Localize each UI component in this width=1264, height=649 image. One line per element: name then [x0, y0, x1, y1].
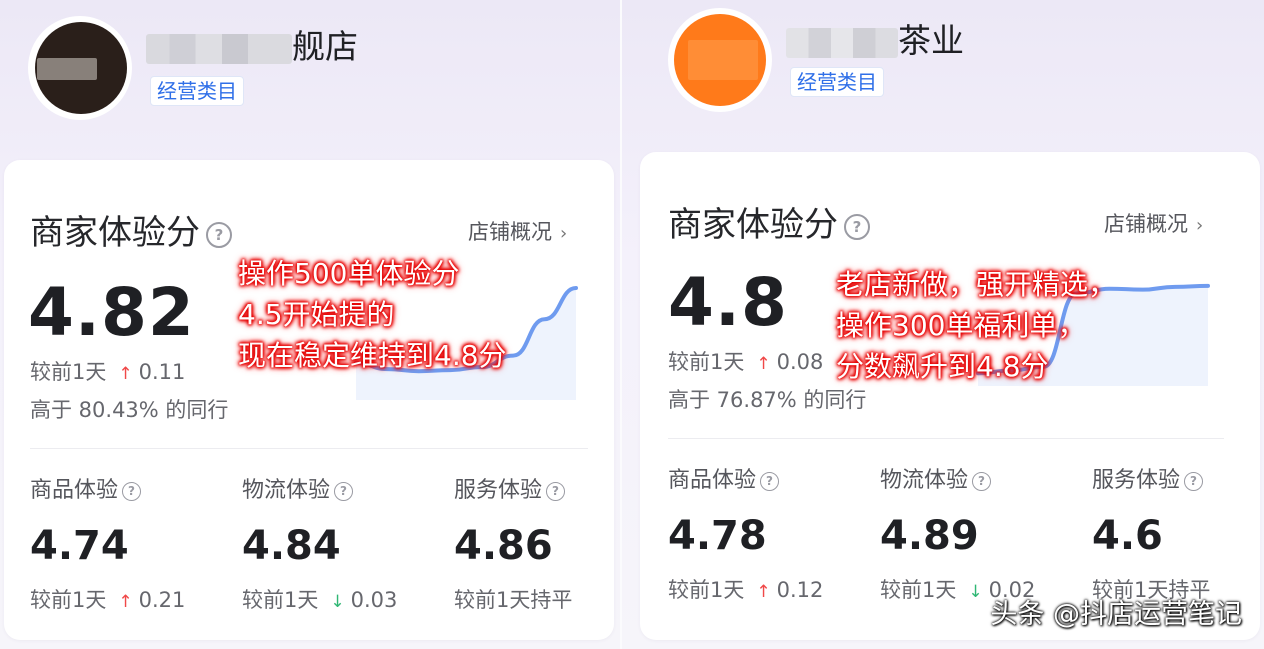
score-title: 商家体验分?	[30, 216, 232, 250]
score-title-text: 商家体验分	[30, 213, 200, 253]
shop-name: 茶业	[786, 24, 964, 58]
sub-score-label-text: 商品体验	[30, 478, 119, 503]
shop-overview-label: 店铺概况	[1104, 212, 1188, 236]
help-icon[interactable]: ?	[972, 471, 992, 491]
annotation-line: 操作500单体验分	[238, 257, 460, 290]
help-icon[interactable]: ?	[760, 471, 780, 491]
annotation-line: 老店新做，强开精选，	[836, 268, 1117, 301]
sub-score-label-text: 商品体验	[668, 468, 757, 493]
category-tag[interactable]: 经营类目	[790, 67, 884, 97]
help-icon[interactable]: ?	[844, 213, 870, 240]
annotation-line: 分数飙升到4.8分	[836, 350, 1049, 383]
compare-value: 0.11	[138, 360, 186, 384]
annotation-line: 4.5开始提的	[238, 298, 395, 331]
arrow-up-icon: ↑	[756, 354, 771, 374]
compare-label: 较前1天	[668, 578, 745, 602]
score-compare: 较前1天 ↑ 0.11	[30, 362, 185, 383]
arrow-down-icon: ↓	[330, 592, 345, 612]
sub-score-service: 4.6	[1092, 513, 1163, 559]
sub-score-label-logistics: 物流体验?	[880, 468, 992, 493]
shop-name-suffix: 茶业	[898, 21, 964, 60]
sub-score-logistics: 4.84	[242, 523, 341, 569]
sub-score-label-text: 服务体验	[1092, 468, 1181, 493]
shop-overview-link[interactable]: 店铺概况 ›	[1104, 214, 1203, 235]
score-title-text: 商家体验分	[668, 205, 838, 245]
compare-label: 较前1天	[30, 588, 107, 612]
divider	[668, 438, 1224, 439]
annotation-line: 现在稳定维持到4.8分	[238, 339, 507, 372]
compare-value: 0.03	[350, 588, 398, 612]
sub-score-label-text: 服务体验	[454, 478, 543, 503]
category-tag[interactable]: 经营类目	[150, 76, 244, 106]
blurred-shop-name	[146, 33, 292, 64]
score-title: 商家体验分?	[668, 208, 870, 242]
sub-compare-product: 较前1天 ↑ 0.12	[668, 580, 823, 601]
chevron-right-icon: ›	[1196, 215, 1204, 236]
sub-compare-logistics: 较前1天 ↓ 0.03	[242, 590, 397, 611]
compare-label: 较前1天	[30, 360, 107, 384]
annotation-line: 操作300单福利单，	[836, 309, 1086, 342]
arrow-up-icon: ↑	[118, 364, 133, 384]
annotation-overlay: 操作500单体验分 4.5开始提的 现在稳定维持到4.8分	[238, 253, 507, 376]
sub-score-label-product: 商品体验?	[30, 478, 142, 503]
blurred-shop-name	[786, 27, 898, 58]
shop-name-suffix: 舰店	[292, 27, 358, 66]
sub-score-product: 4.78	[668, 513, 767, 559]
help-icon[interactable]: ?	[546, 481, 566, 501]
experience-score-card: 商家体验分? 店铺概况 › 4.8 较前1天 ↑ 0.08 高于 76.87% 的同行…	[640, 152, 1260, 640]
compare-value: 0.08	[776, 350, 824, 374]
help-icon[interactable]: ?	[1184, 471, 1204, 491]
main-score: 4.8	[668, 264, 788, 341]
percentile-text: 高于 76.87% 的同行	[668, 388, 867, 412]
blurred-avatar-text	[688, 40, 758, 80]
arrow-up-icon: ↑	[118, 592, 133, 612]
compare-value: 0.21	[138, 588, 186, 612]
blurred-avatar-text	[37, 58, 97, 80]
score-compare: 较前1天 ↑ 0.08	[668, 352, 823, 373]
sub-score-label-service: 服务体验?	[454, 478, 566, 503]
sub-score-logistics: 4.89	[880, 513, 979, 559]
watermark: 头条 @抖店运营笔记	[990, 599, 1242, 630]
shop-name: 舰店	[146, 30, 358, 64]
annotation-overlay: 老店新做，强开精选， 操作300单福利单， 分数飙升到4.8分	[836, 264, 1116, 387]
sub-score-label-text: 物流体验	[880, 468, 969, 493]
main-score: 4.82	[28, 274, 195, 351]
divider	[30, 448, 588, 449]
help-icon[interactable]: ?	[122, 481, 142, 501]
shop-panel-left: 舰店 经营类目 商家体验分? 店铺概况 › 4.82 较前1天 ↑ 0.11 高于 8…	[0, 0, 622, 649]
sub-compare-service: 较前1天持平	[454, 588, 573, 612]
sub-score-label-service: 服务体验?	[1092, 468, 1204, 493]
help-icon[interactable]: ?	[334, 481, 354, 501]
sub-score-service: 4.86	[454, 523, 553, 569]
compare-value: 0.12	[776, 578, 824, 602]
arrow-down-icon: ↓	[968, 582, 983, 602]
sub-score-product: 4.74	[30, 523, 129, 569]
percentile-text: 高于 80.43% 的同行	[30, 398, 229, 422]
help-icon[interactable]: ?	[206, 221, 232, 248]
arrow-up-icon: ↑	[756, 582, 771, 602]
chevron-right-icon: ›	[560, 223, 568, 244]
sub-score-label-logistics: 物流体验?	[242, 478, 354, 503]
shop-overview-label: 店铺概况	[468, 220, 552, 244]
shop-avatar[interactable]	[674, 14, 766, 106]
sub-score-label-text: 物流体验	[242, 478, 331, 503]
shop-avatar[interactable]	[35, 22, 127, 114]
shop-panel-right: 茶业 经营类目 商家体验分? 店铺概况 › 4.8 较前1天 ↑ 0.08 高于 76…	[622, 0, 1264, 649]
sub-compare-product: 较前1天 ↑ 0.21	[30, 590, 185, 611]
compare-label: 较前1天	[668, 350, 745, 374]
compare-label: 较前1天	[880, 578, 957, 602]
compare-label: 较前1天	[242, 588, 319, 612]
experience-score-card: 商家体验分? 店铺概况 › 4.82 较前1天 ↑ 0.11 高于 80.43% 的同…	[4, 160, 614, 640]
sub-score-label-product: 商品体验?	[668, 468, 780, 493]
shop-overview-link[interactable]: 店铺概况 ›	[468, 222, 567, 243]
